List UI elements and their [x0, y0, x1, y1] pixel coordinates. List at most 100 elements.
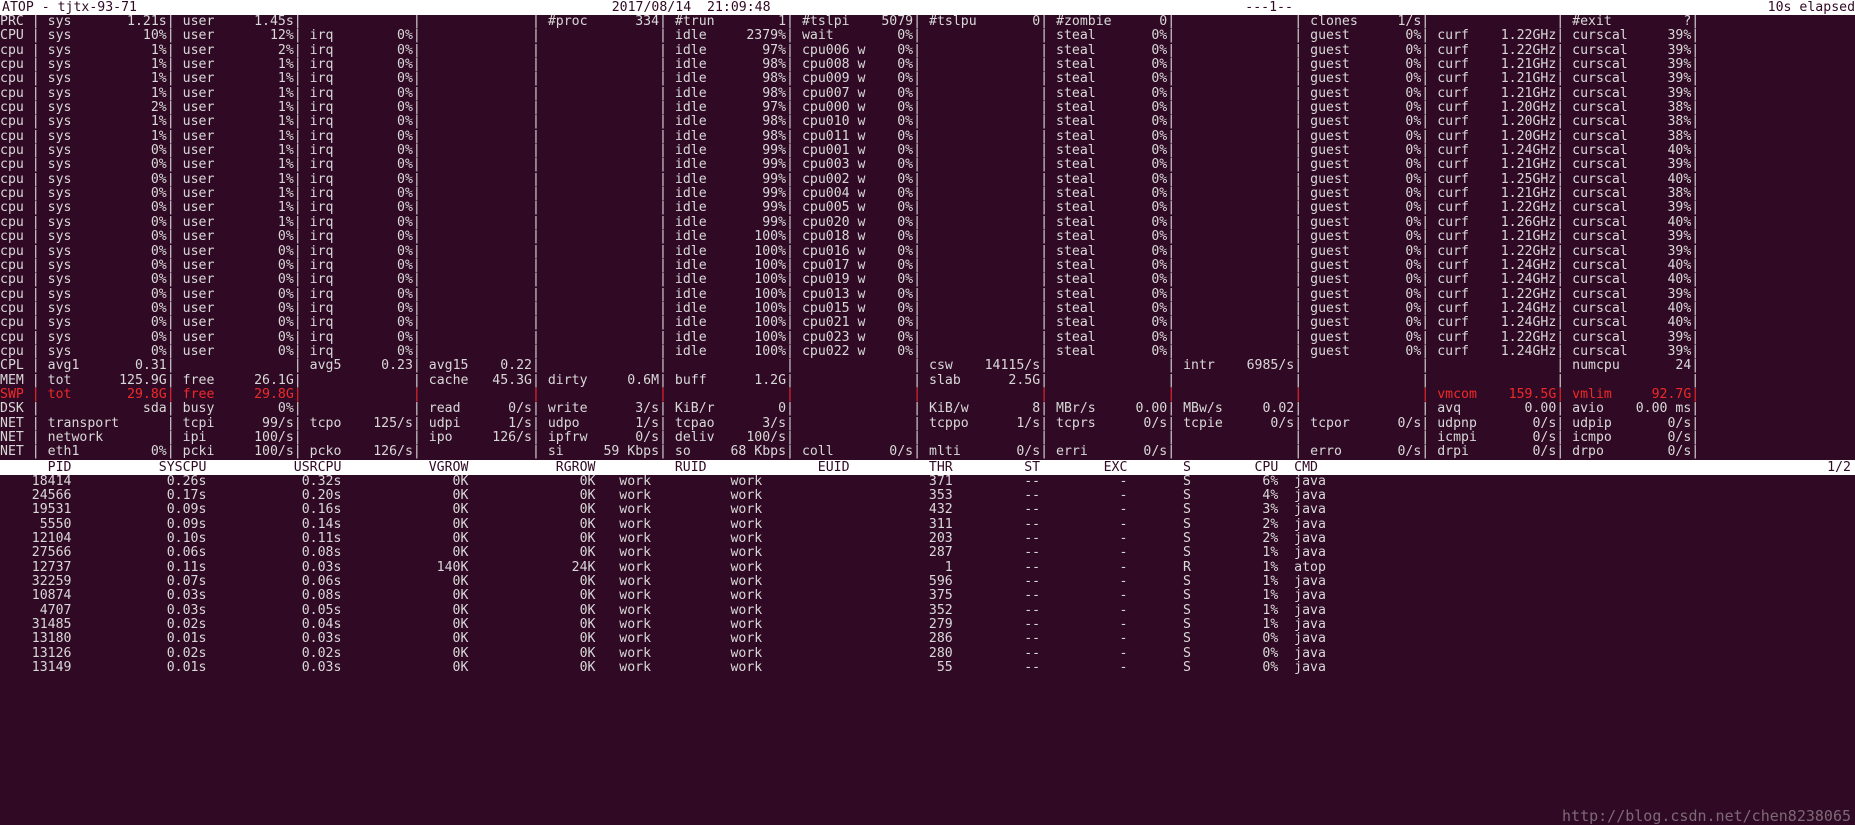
sys-metric-steal: steal 0%|	[1048, 85, 1176, 101]
table-row[interactable]: 5550 0.09s 0.14s 0K 0K work work 311 -- …	[0, 517, 1855, 532]
sys-metric-sys: sys 1%|	[39, 42, 175, 58]
table-row[interactable]: 12737 0.11s 0.03s 140K 24K work work 1 -…	[0, 560, 1855, 575]
sys-metric-blank: |	[921, 85, 1049, 101]
sys-row-net: NET | network | ipi 100/s| | ipo 126/s| …	[0, 429, 1855, 445]
sys-metric-blank: |	[539, 200, 667, 216]
sys-metric-blank: |	[921, 200, 1049, 216]
table-row[interactable]: 10874 0.03s 0.08s 0K 0K work work 375 --…	[0, 589, 1855, 604]
sys-metric-tot: tot 29.8G|	[39, 386, 175, 402]
sys-metric-blank: |	[921, 243, 1049, 259]
sys-metric-idle: idle 100%|	[666, 315, 795, 331]
sys-metric-curf: curf 1.20GHz|	[1429, 128, 1565, 144]
sys-metric-guest: guest 0%|	[1302, 114, 1430, 130]
sys-row-cpu: cpu | sys 0%| user 1%| irq 0%| | | idle …	[0, 200, 1855, 216]
sys-metric-irq: irq 0%|	[301, 114, 421, 130]
page-indicator[interactable]: 1/2	[1827, 460, 1855, 475]
sys-metric-eth1: eth1 0%|	[39, 444, 175, 460]
sys-metric-guest: guest 0%|	[1302, 229, 1430, 245]
sys-metric-curscal: curscal 39%|	[1564, 71, 1700, 87]
sys-metric-blank: |	[539, 257, 667, 273]
table-row[interactable]: 27566 0.06s 0.08s 0K 0K work work 287 --…	[0, 546, 1855, 561]
table-row[interactable]: 24566 0.17s 0.20s 0K 0K work work 353 --…	[0, 488, 1855, 503]
sys-metric-write: write 3/s|	[539, 401, 667, 417]
sys-metric-blank: |	[420, 286, 540, 302]
sys-row-dsk: DSK | sda| busy 0%| | read 0/s| write 3/…	[0, 401, 1855, 417]
table-row[interactable]: 12104 0.10s 0.11s 0K 0K work work 203 --…	[0, 531, 1855, 546]
table-row[interactable]: 4707 0.03s 0.05s 0K 0K work work 352 -- …	[0, 603, 1855, 618]
sys-metric-blank: |	[666, 386, 795, 402]
sys-row-label: PRC |	[0, 14, 40, 29]
sys-row-label: NET |	[0, 415, 40, 431]
sys-metric-curf: curf 1.24GHz|	[1429, 343, 1565, 359]
sys-metric-blank: |	[1175, 85, 1303, 101]
sys-metric-curscal: curscal 39%|	[1564, 85, 1700, 101]
sys-metric-blank: |	[539, 186, 667, 202]
sys-row-cpu: CPU | sys 10%| user 12%| irq 0%| | | idl…	[0, 28, 1855, 44]
sys-metric-steal: steal 0%|	[1048, 28, 1176, 44]
sys-metric-steal: steal 0%|	[1048, 286, 1176, 302]
sys-metric-csw: csw 14115/s|	[921, 358, 1049, 374]
sys-metric-blank: |	[1175, 42, 1303, 58]
sys-row-label: cpu |	[0, 143, 40, 159]
sys-metric-sys: sys 1%|	[39, 57, 175, 73]
table-row[interactable]: 13149 0.01s 0.03s 0K 0K work work 55 -- …	[0, 660, 1855, 675]
table-row[interactable]: 32259 0.07s 0.06s 0K 0K work work 596 --…	[0, 574, 1855, 589]
sys-metric-sys: sys 0%|	[39, 186, 175, 202]
sys-metric-blank: |	[539, 329, 667, 345]
table-row[interactable]: 19531 0.09s 0.16s 0K 0K work work 432 --…	[0, 502, 1855, 517]
sys-metric-coll: coll 0/s|	[794, 444, 922, 460]
title-spacer-right	[771, 0, 1246, 15]
sys-metric-blank: |	[1302, 358, 1430, 374]
sys-metric-blank: |	[1175, 28, 1303, 44]
sys-row-label: SWP |	[0, 386, 40, 402]
sys-metric-curscal: curscal 38%|	[1564, 186, 1700, 202]
sys-metric-avq: avq 0.00|	[1429, 401, 1565, 417]
sys-metric-tcprs: tcprs 0/s|	[1048, 415, 1176, 431]
sys-metric-erro: erro 0/s|	[1302, 444, 1430, 460]
sys-metric-mlti: mlti 0/s|	[921, 444, 1049, 460]
sys-metric-curf: curf 1.26GHz|	[1429, 214, 1565, 230]
sys-metric-user: user 2%|	[174, 42, 302, 58]
sys-row-cpu: cpu | sys 0%| user 0%| irq 0%| | | idle …	[0, 286, 1855, 302]
sys-metric-blank: |	[794, 386, 922, 402]
sys-metric-tot: tot 125.9G|	[39, 372, 175, 388]
sys-row-cpu: cpu | sys 0%| user 1%| irq 0%| | | idle …	[0, 214, 1855, 230]
sys-metric-blank: |	[1175, 286, 1303, 302]
sys-metric-curf: curf 1.21GHz|	[1429, 186, 1565, 202]
sys-metric-guest: guest 0%|	[1302, 315, 1430, 331]
sys-metric-curscal: curscal 39%|	[1564, 42, 1700, 58]
sys-metric-idle: idle 100%|	[666, 229, 795, 245]
sys-metric-blank: |	[921, 343, 1049, 359]
sys-metric-curf: curf 1.24GHz|	[1429, 272, 1565, 288]
sys-metric-idle: idle 100%|	[666, 257, 795, 273]
table-row[interactable]: 13180 0.01s 0.03s 0K 0K work work 286 --…	[0, 632, 1855, 647]
sys-metric-sys: sys 1%|	[39, 71, 175, 87]
table-row[interactable]: 13126 0.02s 0.02s 0K 0K work work 280 --…	[0, 646, 1855, 661]
table-row[interactable]: 31485 0.02s 0.04s 0K 0K work work 279 --…	[0, 617, 1855, 632]
sys-metric-blank: |	[301, 14, 421, 29]
sys-metric-blank: |	[539, 28, 667, 44]
sys-row-cpu: cpu | sys 0%| user 0%| irq 0%| | | idle …	[0, 329, 1855, 345]
table-row[interactable]: 18414 0.26s 0.32s 0K 0K work work 371 --…	[0, 474, 1855, 489]
sys-metric-cpu004-w: cpu004 w 0%|	[794, 186, 922, 202]
sys-metric-user: user 1%|	[174, 200, 302, 216]
sys-row-label: cpu |	[0, 214, 40, 230]
sys-row-cpu: cpu | sys 0%| user 0%| irq 0%| | | idle …	[0, 272, 1855, 288]
sys-metric-irq: irq 0%|	[301, 100, 421, 116]
sys-metric-steal: steal 0%|	[1048, 343, 1176, 359]
sys-metric-blank: |	[1175, 272, 1303, 288]
sys-metric-sys: sys 0%|	[39, 243, 175, 259]
sys-metric-udpnp: udpnp 0/s|	[1429, 415, 1565, 431]
sys-metric-blank: |	[1175, 329, 1303, 345]
sys-metric-user: user 1%|	[174, 57, 302, 73]
sys-metric-blank: |	[539, 85, 667, 101]
sys-metric-steal: steal 0%|	[1048, 272, 1176, 288]
sys-metric-blank: |	[1048, 358, 1176, 374]
process-table-header[interactable]: PID SYSCPU USRCPU VGROW RGROW RUID EUID …	[0, 459, 1855, 475]
process-column-headers[interactable]: PID SYSCPU USRCPU VGROW RGROW RUID EUID …	[0, 460, 1827, 475]
sys-metric-idle: idle 99%|	[666, 186, 795, 202]
sys-metric-avg15: avg15 0.22|	[420, 358, 540, 374]
sys-metric-blank: |	[301, 429, 421, 445]
process-table-body: 18414 0.26s 0.32s 0K 0K work work 371 --…	[0, 474, 1855, 676]
sys-metric-steal: steal 0%|	[1048, 186, 1176, 202]
